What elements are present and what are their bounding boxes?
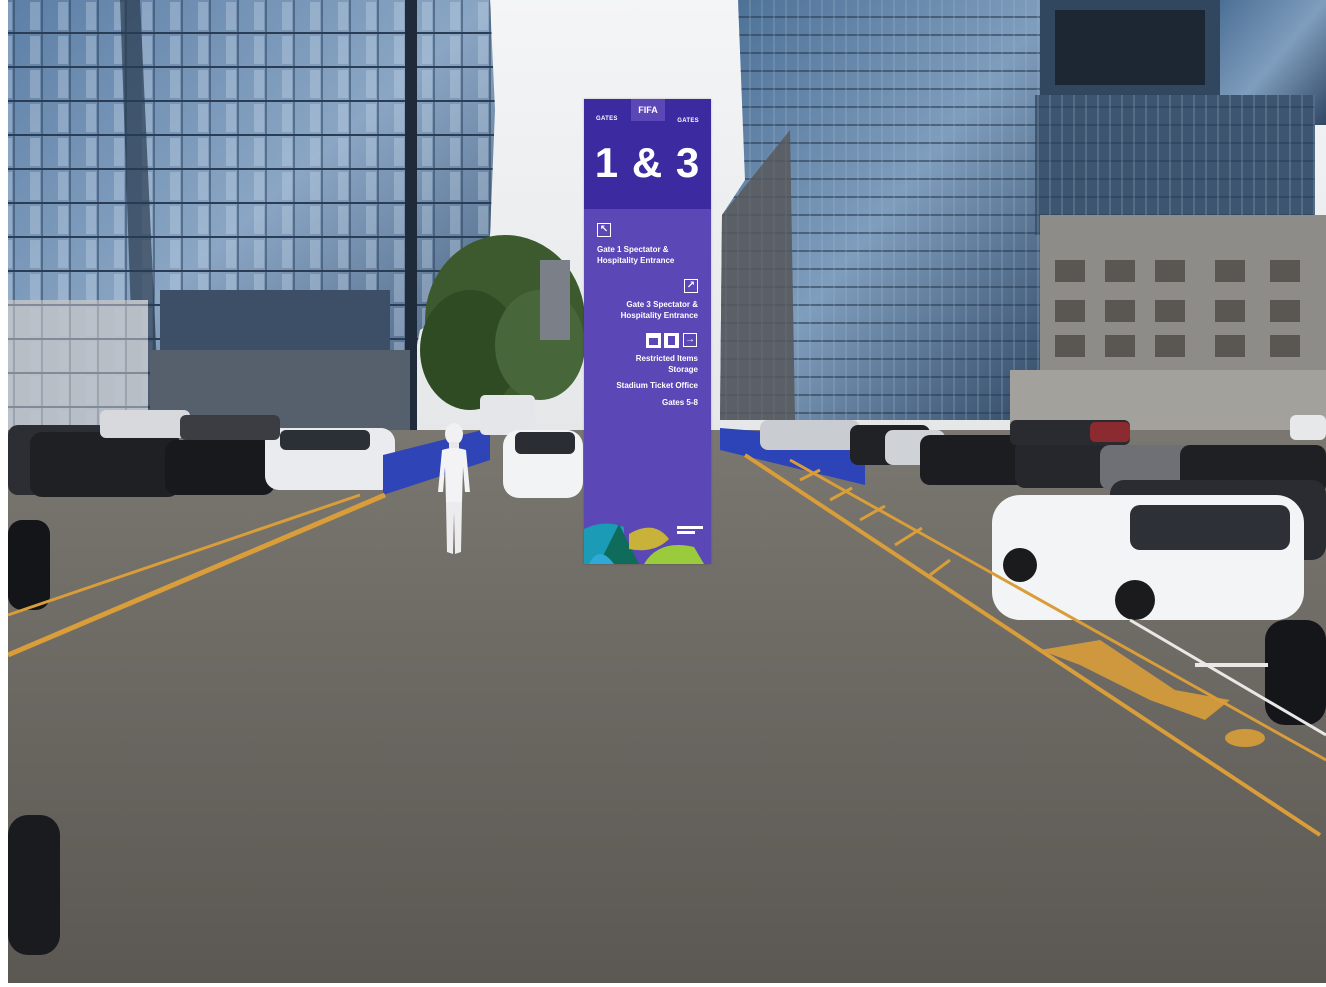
bag-icon	[646, 333, 661, 348]
direction-restricted-items: Restricted Items Storage	[635, 354, 698, 374]
fifa-tab: FIFA	[631, 99, 665, 121]
arrow-right-icon: →	[683, 333, 697, 347]
direction-gate-1: Gate 1 Spectator & Hospitality Entrance	[597, 245, 675, 265]
gates-label-left: GATES	[596, 116, 618, 122]
arrow-up-left-icon: ↖	[597, 223, 611, 237]
arrow-up-right-icon: ↗	[684, 279, 698, 293]
sponsor-mark	[677, 526, 703, 536]
gate-numbers: 1 & 3	[594, 139, 701, 186]
restricted-items-icons: →	[646, 333, 698, 349]
locker-icon	[664, 333, 679, 348]
person-figure	[438, 423, 470, 554]
direction-ticket-office: Stadium Ticket Office	[616, 381, 698, 390]
gates-label-right: GATES	[677, 118, 699, 124]
parking-lot-scene: GATES FIFA GATES 1 & 3 ↖ Gate 1 Spectato…	[0, 0, 1326, 987]
direction-gates-5-8: Gates 5-8	[661, 398, 698, 407]
fifa-wayfinding-totem: GATES FIFA GATES 1 & 3 ↖ Gate 1 Spectato…	[584, 99, 711, 564]
direction-gate-3: Gate 3 Spectator & Hospitality Entrance	[620, 300, 698, 320]
totem-header: GATES FIFA GATES 1 & 3	[584, 99, 711, 209]
